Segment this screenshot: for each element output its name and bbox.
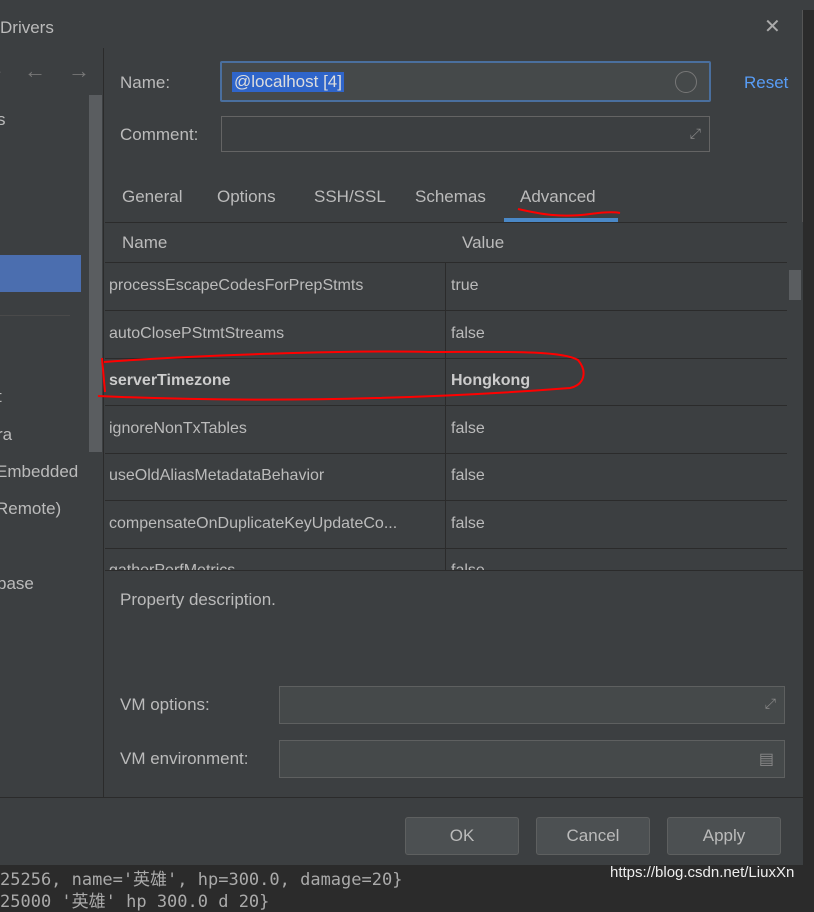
name-label: Name: xyxy=(120,73,171,92)
left-panel-item[interactable]: Remote) xyxy=(0,499,61,519)
cancel-button[interactable]: Cancel xyxy=(536,817,650,855)
dialog-footer: OK Cancel Apply xyxy=(0,797,803,865)
left-panel-item[interactable]: ra xyxy=(0,425,12,445)
property-value[interactable]: true xyxy=(451,277,479,295)
name-input-value[interactable]: @localhost [4] xyxy=(232,72,344,92)
ok-button[interactable]: OK xyxy=(405,817,519,855)
property-value[interactable]: false xyxy=(451,325,485,343)
column-header-value[interactable]: Value xyxy=(462,233,504,253)
close-icon[interactable]: ✕ xyxy=(764,14,781,39)
property-value[interactable]: Hongkong xyxy=(451,372,530,390)
property-value[interactable]: false xyxy=(451,562,485,570)
property-name: ignoreNonTxTables xyxy=(109,420,247,437)
selected-data-source[interactable] xyxy=(0,255,81,292)
property-name: useOldAliasMetadataBehavior xyxy=(109,467,325,484)
vm-options-label: VM options: xyxy=(120,695,210,714)
comment-label: Comment: xyxy=(120,125,199,144)
left-panel: › ← → s t ra Embedded Remote) base xyxy=(0,48,104,797)
property-name: compensateOnDuplicateKeyUpdateCo... xyxy=(109,515,398,532)
chevron-right-icon[interactable]: › xyxy=(0,58,1,84)
property-name: processEscapeCodesForPrepStmts xyxy=(109,277,364,294)
property-value[interactable]: false xyxy=(451,467,485,485)
column-header-name[interactable]: Name xyxy=(122,233,167,253)
left-panel-item[interactable]: base xyxy=(0,574,34,594)
table-scrollbar[interactable] xyxy=(787,222,803,570)
vm-options-input[interactable]: ⤢ xyxy=(279,686,785,724)
table-row[interactable]: processEscapeCodesForPrepStmts true xyxy=(105,263,787,311)
ide-background-bar xyxy=(0,0,814,10)
property-name: gatherPerfMetrics xyxy=(109,562,235,570)
color-circle-icon[interactable] xyxy=(675,71,697,93)
expand-icon[interactable]: ⤢ xyxy=(765,695,776,712)
vm-environment-input[interactable]: ▤ xyxy=(279,740,785,778)
console-output-line: 25000 '英雄' hp 300.0 d 20} xyxy=(0,892,270,912)
property-name: serverTimezone xyxy=(109,372,231,389)
property-name: autoClosePStmtStreams xyxy=(109,325,285,342)
property-description: Property description. xyxy=(120,590,276,609)
comment-input[interactable]: ⤢ xyxy=(221,116,710,152)
watermark: https://blog.csdn.net/LiuxXn xyxy=(610,864,795,881)
tab-options[interactable]: Options xyxy=(217,187,276,207)
document-icon[interactable]: ▤ xyxy=(759,749,774,769)
tab-advanced[interactable]: Advanced xyxy=(520,187,596,207)
tab-schemas[interactable]: Schemas xyxy=(415,187,486,207)
tab-ssh-ssl[interactable]: SSH/SSL xyxy=(314,187,386,207)
reset-link[interactable]: Reset xyxy=(744,73,788,93)
tab-general[interactable]: General xyxy=(122,187,182,207)
left-panel-item[interactable]: t xyxy=(0,387,2,407)
property-value[interactable]: false xyxy=(451,420,485,438)
vm-environment-label: VM environment: xyxy=(120,749,249,768)
apply-button[interactable]: Apply xyxy=(667,817,781,855)
dialog-title: Drivers xyxy=(0,18,54,37)
table-row[interactable]: useOldAliasMetadataBehavior false xyxy=(105,453,787,501)
scrollbar-thumb[interactable] xyxy=(789,270,801,300)
table-header: Name Value xyxy=(105,223,787,263)
property-value[interactable]: false xyxy=(451,515,485,533)
table-row[interactable]: ignoreNonTxTables false xyxy=(105,406,787,454)
table-row[interactable]: serverTimezone Hongkong xyxy=(105,358,787,406)
advanced-properties-table: Name Value processEscapeCodesForPrepStmt… xyxy=(105,222,787,570)
back-arrow-icon[interactable]: ← xyxy=(24,58,46,84)
name-input[interactable]: @localhost [4] xyxy=(220,61,711,102)
description-panel: Property description. VM options: ⤢ VM e… xyxy=(105,570,803,797)
left-panel-scrollbar[interactable] xyxy=(89,95,102,452)
divider xyxy=(0,315,70,316)
forward-arrow-icon[interactable]: → xyxy=(68,58,90,84)
table-row[interactable]: compensateOnDuplicateKeyUpdateCo... false xyxy=(105,501,787,549)
table-row[interactable]: autoClosePStmtStreams false xyxy=(105,311,787,359)
left-panel-item[interactable]: s xyxy=(0,110,6,130)
table-row[interactable]: gatherPerfMetrics false xyxy=(105,548,787,570)
expand-icon[interactable]: ⤢ xyxy=(690,125,701,142)
left-panel-item[interactable]: Embedded xyxy=(0,462,78,482)
